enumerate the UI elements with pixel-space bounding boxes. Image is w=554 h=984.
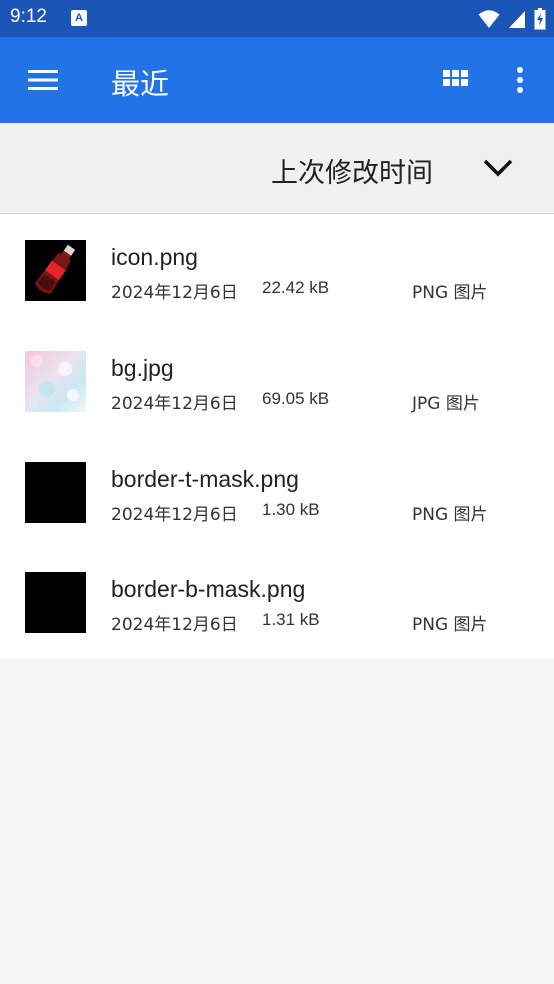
app-bar: 最近 — [0, 37, 554, 123]
file-date: 2024年12月6日 — [111, 283, 238, 303]
file-type: JPG 图片 — [412, 394, 480, 414]
more-options-button[interactable] — [504, 62, 536, 98]
file-size: 22.42 kB — [262, 278, 330, 297]
status-bar: 9:12 A — [0, 0, 554, 37]
file-size: 1.31 kB — [262, 610, 320, 629]
battery-icon — [534, 8, 546, 30]
file-thumbnail — [25, 351, 86, 412]
file-item[interactable]: border-t-mask.png 2024年12月6日 1.30 kB PNG… — [0, 437, 554, 548]
file-type: PNG 图片 — [412, 615, 488, 635]
grid-view-button[interactable] — [438, 62, 474, 98]
file-type: PNG 图片 — [412, 505, 488, 525]
menu-button[interactable] — [22, 62, 62, 98]
file-type: PNG 图片 — [412, 283, 488, 303]
file-name: icon.png — [111, 244, 198, 270]
file-date: 2024年12月6日 — [111, 615, 238, 635]
file-date: 2024年12月6日 — [111, 505, 238, 525]
sort-dropdown-button[interactable] — [480, 153, 516, 183]
more-vert-icon — [517, 67, 523, 93]
sort-bar: 上次修改时间 — [0, 123, 554, 214]
file-size: 1.30 kB — [262, 500, 320, 519]
file-item[interactable]: icon.png 2024年12月6日 22.42 kB PNG 图片 — [0, 215, 554, 326]
hamburger-menu-icon — [28, 70, 58, 90]
sort-label[interactable]: 上次修改时间 — [271, 151, 433, 190]
page-title: 最近 — [111, 67, 170, 101]
file-size: 69.05 kB — [262, 389, 330, 408]
pastel-bokeh-image — [25, 351, 86, 412]
signal-icon — [509, 11, 525, 28]
file-date: 2024年12月6日 — [111, 394, 238, 414]
file-name: border-b-mask.png — [111, 576, 306, 602]
notification-icon: A — [71, 10, 87, 26]
status-icons — [478, 8, 546, 30]
file-thumbnail — [25, 240, 86, 301]
file-name: border-t-mask.png — [111, 466, 299, 492]
empty-area — [0, 658, 554, 984]
file-name: bg.jpg — [111, 355, 174, 381]
file-item[interactable]: border-b-mask.png 2024年12月6日 1.31 kB PNG… — [0, 547, 554, 658]
file-list: icon.png 2024年12月6日 22.42 kB PNG 图片 bg.j… — [0, 215, 554, 658]
grid-view-icon — [443, 70, 468, 86]
file-item[interactable]: bg.jpg 2024年12月6日 69.05 kB JPG 图片 — [0, 326, 554, 437]
wifi-icon — [478, 10, 500, 28]
chevron-down-icon — [483, 159, 513, 177]
status-time: 9:12 — [10, 6, 47, 27]
red-bottle-image — [35, 244, 76, 294]
file-thumbnail — [25, 572, 86, 633]
file-thumbnail — [25, 462, 86, 523]
